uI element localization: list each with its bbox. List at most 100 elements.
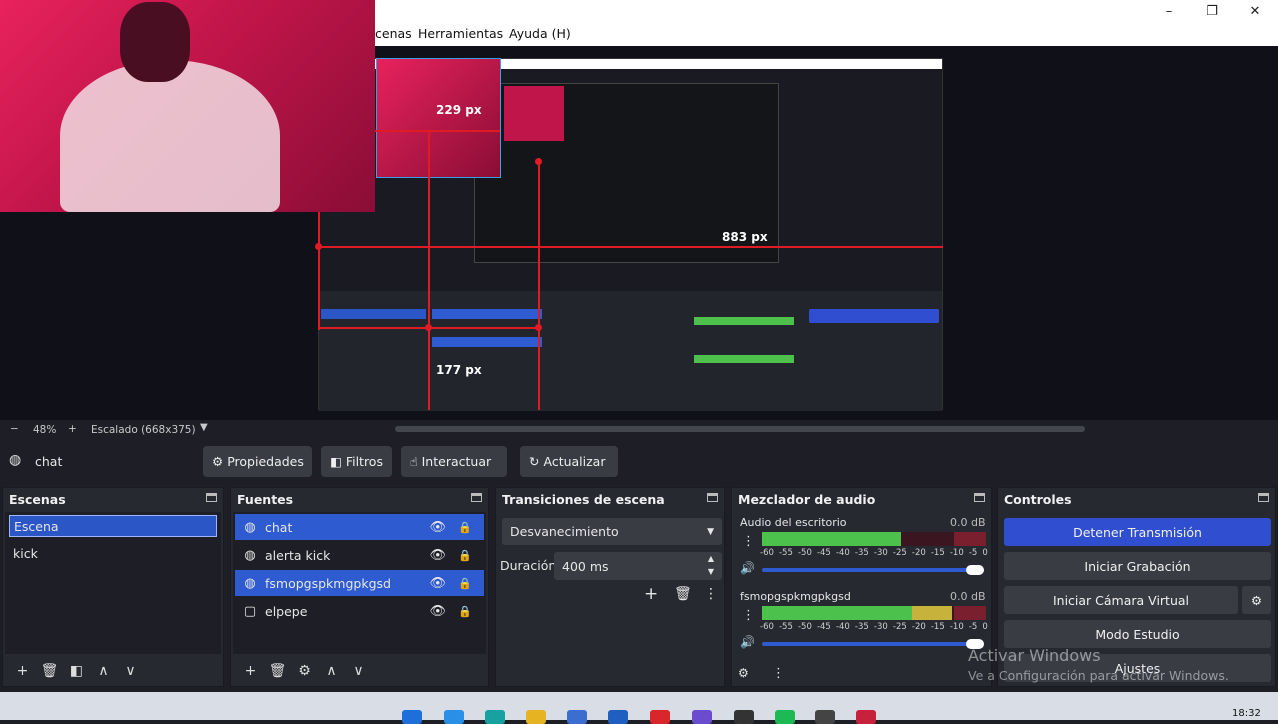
refresh-icon: ↻ (529, 454, 540, 469)
eye-icon[interactable]: 👁 (429, 548, 446, 563)
speaker-icon[interactable]: 🔊 (740, 635, 755, 649)
close-button[interactable]: ✕ (1233, 0, 1277, 22)
gear-icon[interactable]: ⚙ (1242, 586, 1271, 614)
horizontal-scrollbar[interactable] (395, 426, 1085, 432)
app-icon[interactable] (734, 710, 754, 724)
eye-icon[interactable]: 👁 (429, 604, 446, 619)
resize-handle[interactable] (425, 324, 432, 331)
hand-icon: ☝ (410, 454, 418, 469)
lock-icon[interactable]: 🔒 (458, 605, 472, 618)
more-icon[interactable]: ⋮ (742, 534, 755, 549)
volume-knob[interactable] (966, 565, 984, 575)
zoom-out-button[interactable]: − (10, 423, 19, 435)
volume-slider[interactable] (762, 642, 984, 646)
stop-stream-button[interactable]: Detener Transmisión (1004, 518, 1271, 546)
nested-webcam-2 (504, 86, 564, 141)
channel-name: fsmopgspkmgpkgsd (740, 590, 851, 603)
taskbar: 18:32 (0, 692, 1278, 720)
duration-spinbox[interactable]: 400 ms ▲ ▼ (554, 552, 722, 580)
mail-icon[interactable] (608, 710, 628, 724)
move-up-icon[interactable]: ∧ (318, 660, 345, 682)
webcam-source[interactable] (0, 0, 375, 212)
guide-line-v3 (538, 158, 540, 410)
lock-icon[interactable]: 🔒 (458, 521, 472, 534)
scene-item[interactable]: kick (9, 543, 217, 565)
undock-icon[interactable] (1258, 493, 1269, 502)
activation-watermark: Activar Windows Ve a Configuración para … (968, 646, 1229, 683)
clock: 18:32 (1232, 708, 1261, 719)
menu-help[interactable]: Ayuda (H) (509, 26, 571, 41)
gear-icon: ⚙ (212, 454, 224, 469)
chevron-down-icon[interactable]: ▼ (708, 567, 714, 576)
meter-level (762, 606, 937, 620)
interact-button[interactable]: ☝ Interactuar (401, 446, 507, 477)
move-down-icon[interactable]: ∨ (117, 660, 144, 682)
eye-icon[interactable]: 👁 (429, 576, 446, 591)
source-item[interactable]: ◍ chat 👁 🔒 (235, 514, 484, 540)
obs-icon[interactable] (815, 710, 835, 724)
nested-source-selected (432, 309, 542, 319)
lock-icon[interactable]: 🔒 (458, 577, 472, 590)
resize-handle[interactable] (315, 243, 322, 250)
chevron-down-icon[interactable]: ▼ (200, 422, 208, 433)
virtual-camera-button[interactable]: Iniciar Cámara Virtual (1004, 586, 1238, 614)
properties-button[interactable]: ⚙ Propiedades (203, 446, 312, 477)
start-icon[interactable] (402, 710, 422, 724)
menu-scenes[interactable]: cenas (375, 26, 412, 41)
dock-title: Mezclador de audio (738, 492, 876, 507)
mixer-settings-icon[interactable]: ⚙ (738, 666, 749, 680)
speaker-icon[interactable]: 🔊 (740, 561, 755, 575)
app-icon[interactable] (444, 710, 464, 724)
minimize-button[interactable]: – (1147, 0, 1191, 22)
start-recording-button[interactable]: Iniciar Grabación (1004, 552, 1271, 580)
undock-icon[interactable] (206, 493, 217, 502)
scene-item[interactable]: Escena (9, 515, 217, 537)
edge-icon[interactable] (485, 710, 505, 724)
audio-mixer-dock: Mezclador de audio Audio del escritorio … (731, 487, 992, 687)
move-up-icon[interactable]: ∧ (90, 660, 117, 682)
zoom-level: 48% (33, 424, 57, 436)
filters-button[interactable]: ◧ Filtros (321, 446, 392, 477)
source-item[interactable]: ◍ fsmopgspkmgpkgsd 👁 🔒 (235, 570, 484, 596)
store-icon[interactable] (567, 710, 587, 724)
add-icon[interactable]: + (9, 660, 36, 682)
lock-icon[interactable]: 🔒 (458, 549, 472, 562)
zoom-in-button[interactable]: + (68, 423, 77, 435)
undock-icon[interactable] (974, 493, 985, 502)
globe-icon: ◍ (9, 452, 22, 468)
app-icon[interactable] (856, 710, 876, 724)
more-icon[interactable]: ⋮ (704, 586, 718, 602)
eye-icon[interactable]: 👁 (429, 520, 446, 535)
move-down-icon[interactable]: ∨ (345, 660, 372, 682)
refresh-button[interactable]: ↻ Actualizar (520, 446, 618, 477)
person-silhouette (60, 60, 280, 212)
trash-icon[interactable]: 🗑 (36, 660, 63, 682)
restore-button[interactable]: ❐ (1190, 0, 1234, 22)
add-icon[interactable]: + (644, 584, 658, 604)
menu-tools[interactable]: Herramientas (418, 26, 503, 41)
transition-select[interactable]: Desvanecimiento ▼ (502, 518, 722, 545)
teams-icon[interactable] (692, 710, 712, 724)
spotify-icon[interactable] (775, 710, 795, 724)
undock-icon[interactable] (707, 493, 718, 502)
size-label: 883 px (722, 230, 768, 244)
source-item[interactable]: ◍ alerta kick 👁 🔒 (235, 542, 484, 568)
trash-icon[interactable]: 🗑 (674, 586, 692, 602)
more-icon[interactable]: ⋮ (742, 608, 755, 623)
resize-handle[interactable] (535, 158, 542, 165)
more-icon[interactable]: ⋮ (772, 666, 785, 681)
source-item[interactable]: ▢ elpepe 👁 🔒 (235, 598, 484, 624)
folder-icon[interactable] (526, 710, 546, 724)
undock-icon[interactable] (471, 493, 482, 502)
add-icon[interactable]: + (237, 660, 264, 682)
chevron-up-icon[interactable]: ▲ (708, 554, 714, 563)
filter-icon[interactable]: ◧ (63, 660, 90, 682)
nested-meter-2 (694, 355, 794, 363)
opera-icon[interactable] (650, 710, 670, 724)
trash-icon[interactable]: 🗑 (264, 660, 291, 682)
volume-slider[interactable] (762, 568, 984, 572)
resize-handle[interactable] (535, 324, 542, 331)
meter-level (762, 532, 901, 546)
gear-icon[interactable]: ⚙ (291, 660, 318, 682)
studio-mode-button[interactable]: Modo Estudio (1004, 620, 1271, 648)
